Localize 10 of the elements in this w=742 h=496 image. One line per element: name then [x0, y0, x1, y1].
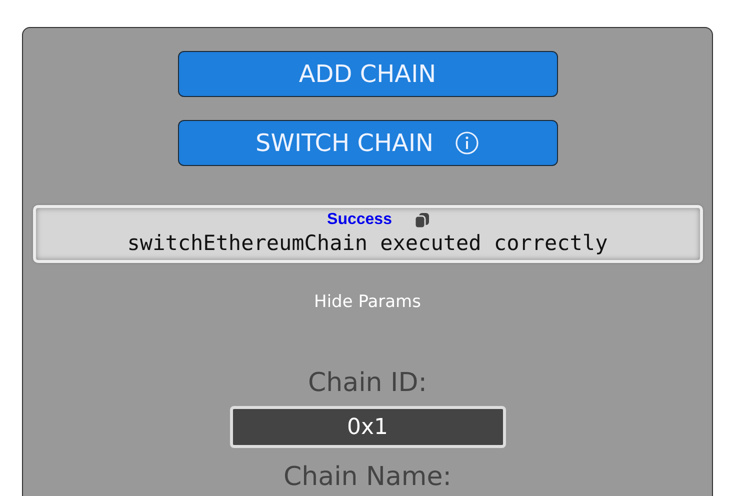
copy-icon[interactable] [414, 212, 430, 228]
chain-button[interactable]: SWITCH CHAIN [178, 120, 558, 166]
info-icon [455, 131, 480, 155]
status-label: Success [327, 211, 392, 229]
chain-button[interactable]: ADD CHAIN [178, 51, 558, 97]
input-field[interactable]: 0x1 [230, 406, 506, 448]
field-label: Chain Name: [284, 462, 452, 492]
result-message: switchEthereumChain executed correctly [127, 231, 608, 255]
field-label: Chain ID: [308, 368, 427, 398]
hide-params-link[interactable]: Hide Params [314, 292, 421, 312]
